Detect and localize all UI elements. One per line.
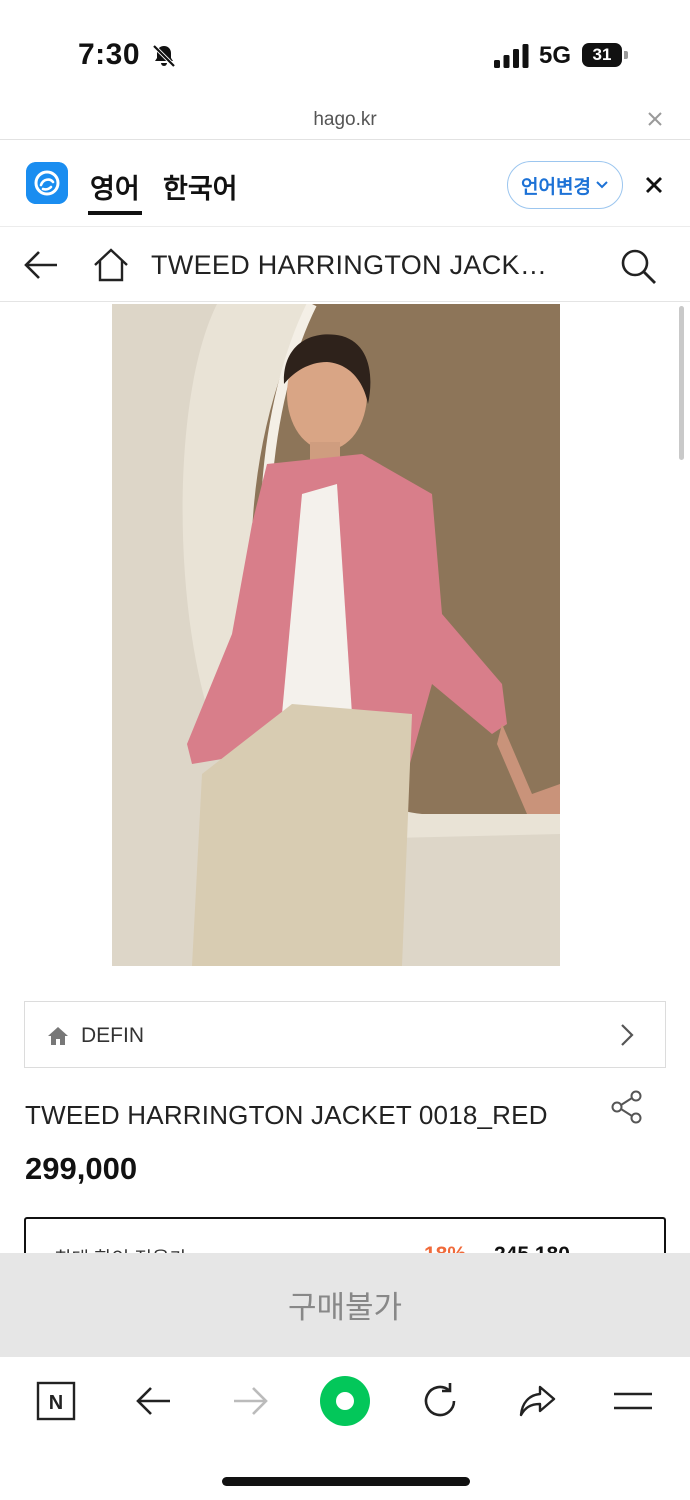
url-text[interactable]: hago.kr xyxy=(0,109,690,131)
url-bar[interactable]: hago.kr xyxy=(0,100,690,140)
change-language-label: 언어변경 xyxy=(521,176,591,198)
share-icon[interactable] xyxy=(610,1090,644,1124)
network-type: 5G xyxy=(539,42,572,69)
home-icon xyxy=(48,1027,68,1045)
search-icon[interactable] xyxy=(618,246,658,286)
forward-arrow-icon[interactable] xyxy=(228,1379,272,1423)
buy-button[interactable]: 구매불가 xyxy=(0,1253,690,1356)
chevron-right-icon xyxy=(621,1024,634,1046)
scrollbar[interactable] xyxy=(679,306,684,460)
battery-level: 31 xyxy=(582,43,622,67)
tab-korean[interactable]: 한국어 xyxy=(163,167,238,206)
home-indicator[interactable] xyxy=(222,1477,470,1486)
tab-english[interactable]: 영어 xyxy=(88,167,142,215)
status-time: 7:30 xyxy=(78,38,141,71)
close-tab-icon[interactable] xyxy=(644,108,666,130)
page-header: TWEED HARRINGTON JACK… xyxy=(0,228,690,302)
chevron-down-icon xyxy=(596,181,608,189)
papago-logo-icon xyxy=(26,162,68,204)
cellular-signal-icon xyxy=(494,44,529,68)
change-language-button[interactable]: 언어변경 xyxy=(507,161,623,209)
naver-n-icon[interactable]: N xyxy=(34,1379,78,1423)
product-image xyxy=(112,304,560,966)
reload-icon[interactable] xyxy=(418,1379,462,1423)
brand-name: DEFIN xyxy=(81,1024,144,1047)
green-dot-icon[interactable] xyxy=(319,1375,371,1427)
battery-icon: 31 xyxy=(582,43,628,67)
home-icon[interactable] xyxy=(92,246,130,284)
translate-bar: 영어 한국어 언어변경 xyxy=(0,141,690,227)
back-arrow-icon[interactable] xyxy=(132,1379,176,1423)
page-title: TWEED HARRINGTON JACK… xyxy=(151,250,548,280)
bell-muted-icon xyxy=(152,44,176,68)
status-bar: 7:30 5G 31 xyxy=(0,0,690,100)
buy-bar: 구매불가 xyxy=(0,1253,690,1356)
product-name: TWEED HARRINGTON JACKET 0018_RED xyxy=(25,1100,548,1130)
menu-icon[interactable] xyxy=(611,1379,655,1423)
share-icon[interactable] xyxy=(516,1379,560,1423)
brand-link[interactable]: DEFIN xyxy=(24,1001,666,1068)
close-translate-icon[interactable] xyxy=(643,174,665,196)
back-arrow-icon[interactable] xyxy=(22,246,60,284)
svg-text:N: N xyxy=(49,1392,63,1414)
product-price: 299,000 xyxy=(25,1151,138,1186)
